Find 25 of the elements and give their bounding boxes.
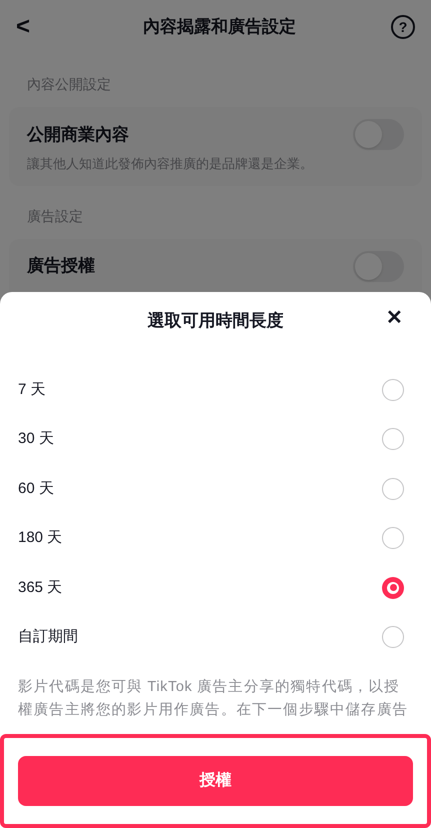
- page-title: 內容揭露和廣告設定: [143, 16, 296, 38]
- radio-button[interactable]: [382, 527, 404, 550]
- setting-title: 公開商業內容: [27, 124, 129, 146]
- duration-option[interactable]: 自訂期間: [0, 612, 431, 662]
- duration-option[interactable]: 180 天: [0, 514, 431, 563]
- back-button[interactable]: <: [16, 9, 48, 45]
- duration-option[interactable]: 30 天: [0, 414, 431, 464]
- help-button[interactable]: ?: [391, 15, 415, 39]
- close-button[interactable]: ✕: [386, 308, 403, 328]
- section-label: 內容公開設定: [26, 75, 112, 94]
- authorize-button[interactable]: 授權: [18, 756, 413, 806]
- duration-option[interactable]: 365 天: [0, 563, 431, 612]
- info-text: 影片代碼是您可與 TikTok 廣告主分享的獨特代碼，以授權廣告主將您的影片用作廣告。在下一個步驟中儲存廣告: [18, 678, 409, 720]
- toggle-switch[interactable]: [353, 250, 404, 282]
- radio-button[interactable]: [382, 378, 404, 401]
- radio-button[interactable]: [382, 428, 404, 450]
- radio-button[interactable]: [382, 576, 404, 599]
- setting-title: 廣告授權: [27, 255, 95, 278]
- radio-button[interactable]: [382, 478, 404, 500]
- duration-option[interactable]: 7 天: [0, 365, 431, 414]
- toggle-switch[interactable]: [353, 119, 404, 150]
- section-label: 廣告設定: [26, 206, 84, 226]
- duration-option[interactable]: 60 天: [0, 464, 431, 514]
- sheet-title: 選取可用時間長度: [148, 310, 284, 332]
- radio-button[interactable]: [382, 626, 404, 648]
